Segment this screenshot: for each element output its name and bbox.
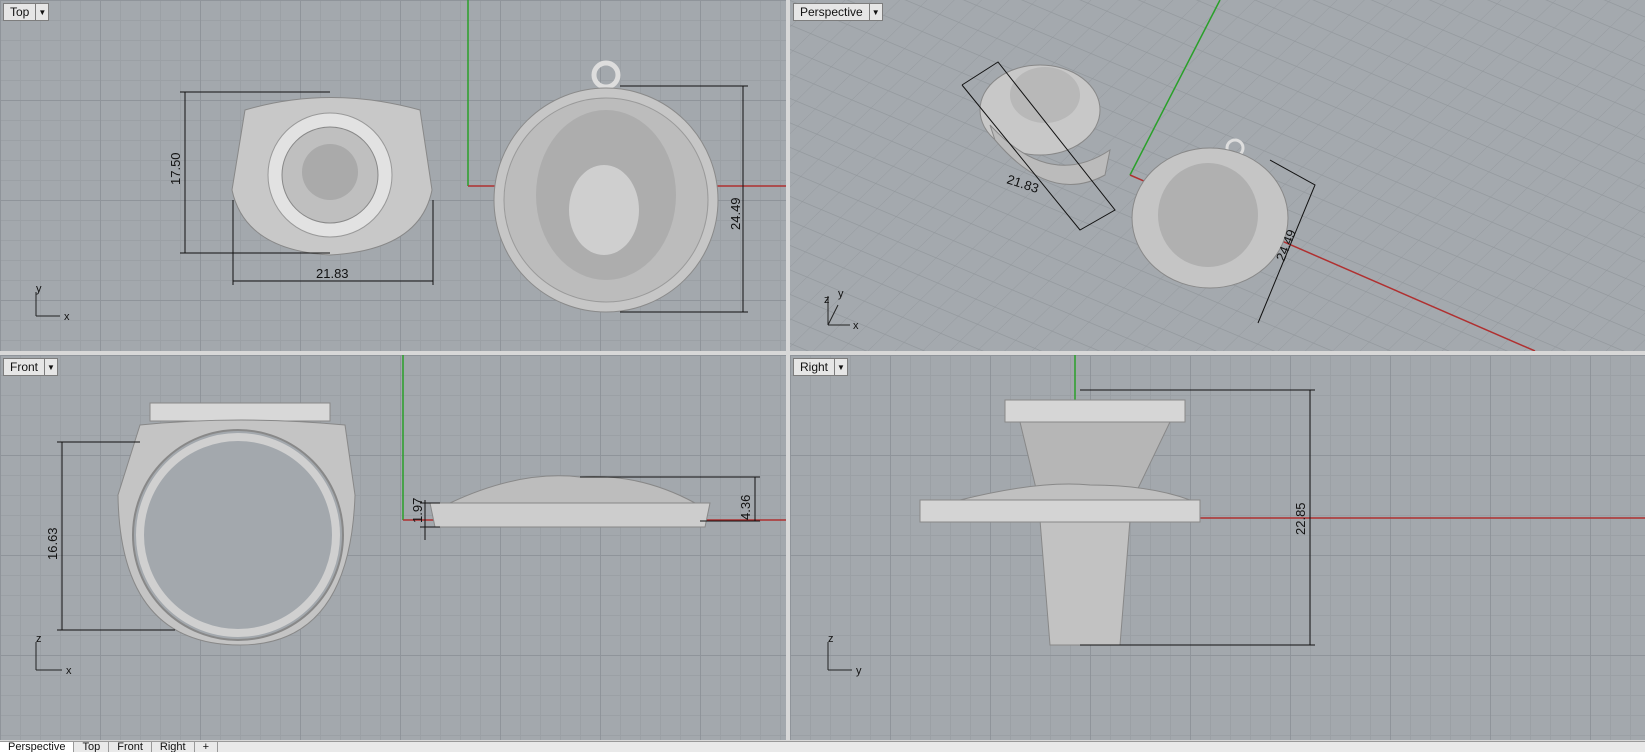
axis-label-y: y (838, 288, 844, 300)
dim-ring-total: 22.85 (1293, 502, 1308, 535)
tab-front[interactable]: Front (109, 742, 152, 752)
axis-label-x: x (853, 320, 859, 332)
pendant-front-model (429, 475, 711, 528)
right-scene: 22.85 z y (827, 355, 1645, 677)
tab-perspective[interactable]: Perspective (0, 742, 75, 752)
dropdown-arrow-icon[interactable]: ▼ (35, 4, 48, 20)
add-tab-icon[interactable]: + (195, 742, 219, 752)
dim-ring-width: 21.83 (316, 266, 349, 281)
viewport-perspective-label[interactable]: Perspective ▼ (793, 3, 883, 21)
pendant-top-model (493, 60, 719, 313)
ring-front-model (117, 402, 356, 646)
viewport-right[interactable]: Right ▼ 22.85 z y (790, 355, 1645, 740)
dim-ring-height: 17.50 (168, 152, 183, 185)
viewport-top-label[interactable]: Top ▼ (3, 3, 50, 21)
viewport-right-label[interactable]: Right ▼ (793, 358, 849, 376)
viewport-tabs: Perspective Top Front Right + (0, 741, 1645, 752)
front-scene: 16.63 4.36 1.97 z x (35, 355, 786, 677)
viewport-title: Right (800, 360, 829, 374)
tab-right[interactable]: Right (152, 742, 195, 752)
axis-label-z: z (36, 633, 42, 645)
axis-label-z: z (824, 294, 830, 306)
tab-top[interactable]: Top (74, 742, 110, 752)
axis-label-y: y (36, 283, 42, 295)
dim-pendant-thin: 1.97 (410, 498, 425, 523)
axis-label-z: z (828, 633, 834, 645)
dim-ring-height: 16.63 (45, 527, 60, 560)
ring-top-model (231, 97, 433, 256)
viewport-top[interactable]: Top ▼ 17.50 21.83 24.49 y x (0, 0, 786, 351)
viewport-front[interactable]: Front ▼ 16.63 4.36 1.97 z x (0, 355, 786, 740)
pendant-right-model (919, 483, 1201, 523)
perspective-scene: 21.83 24.49 y x z (790, 0, 1645, 351)
dim-pendant-thick: 4.36 (738, 495, 753, 520)
viewport-front-label[interactable]: Front ▼ (3, 358, 59, 376)
axis-label-y: y (856, 665, 862, 677)
viewport-title: Front (10, 360, 39, 374)
dropdown-arrow-icon[interactable]: ▼ (44, 359, 57, 375)
viewport-title: Perspective (800, 5, 863, 19)
dropdown-arrow-icon[interactable]: ▼ (834, 359, 847, 375)
dropdown-arrow-icon[interactable]: ▼ (868, 4, 882, 20)
axis-label-x: x (64, 311, 70, 323)
viewport-title: Top (10, 5, 30, 19)
dim-pendant-height: 24.49 (728, 197, 743, 230)
viewport-perspective[interactable]: Perspective ▼ 21.83 24.49 y x z (790, 0, 1645, 351)
top-scene: 17.50 21.83 24.49 y x (35, 0, 786, 323)
axis-label-x: x (66, 665, 72, 677)
